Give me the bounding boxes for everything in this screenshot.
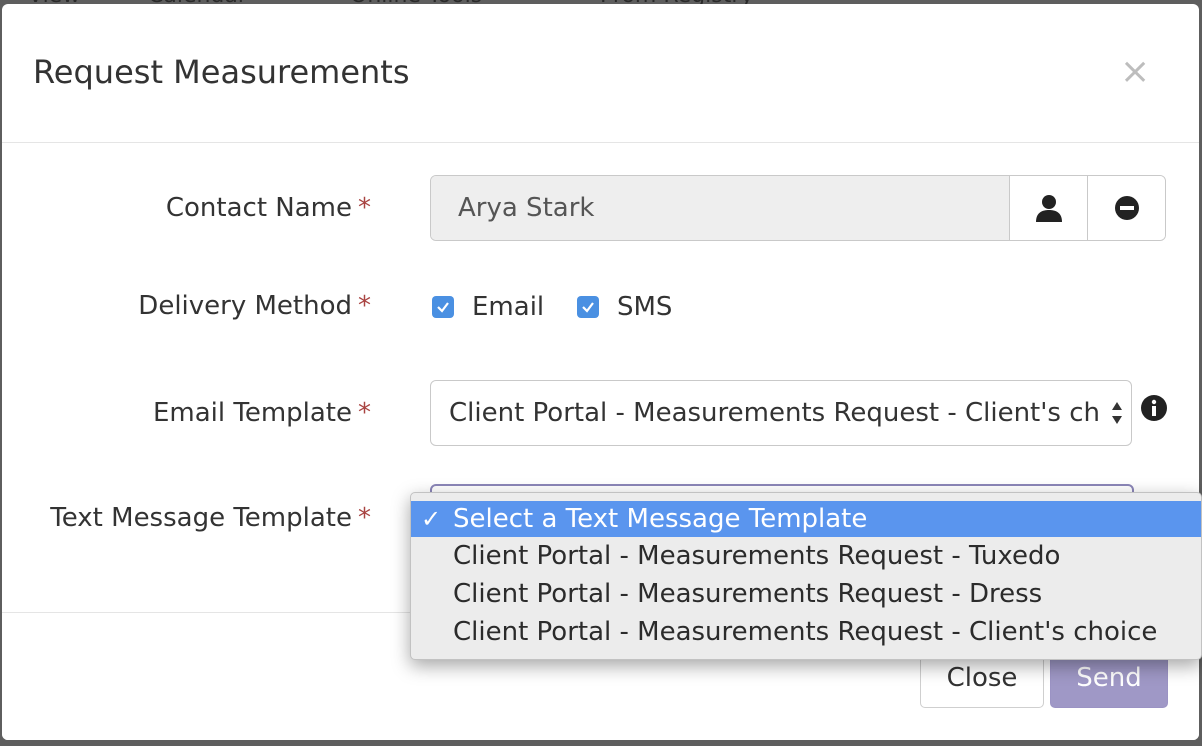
required-marker: *: [358, 291, 371, 321]
dropdown-option[interactable]: Client Portal - Measurements Request - C…: [411, 613, 1201, 651]
required-marker: *: [358, 193, 371, 223]
user-icon: [1035, 195, 1062, 222]
required-marker: *: [358, 503, 371, 533]
sms-checkbox[interactable]: [577, 296, 599, 318]
email-checkbox-label: Email: [472, 292, 545, 322]
info-icon[interactable]: [1140, 394, 1168, 422]
email-template-label: Email Template *: [152, 398, 371, 428]
select-arrows-icon: [1112, 402, 1122, 424]
minus-circle-icon: [1114, 196, 1139, 220]
sms-checkbox-label: SMS: [617, 292, 673, 322]
delivery-method-label: Delivery Method *: [138, 291, 371, 321]
email-template-value: Client Portal - Measurements Request - C…: [449, 398, 1101, 428]
text-message-template-dropdown: ✓ Select a Text Message Template Client …: [410, 492, 1202, 660]
text-message-template-label: Text Message Template *: [50, 503, 371, 533]
clear-contact-button[interactable]: [1087, 176, 1165, 240]
modal-title: Request Measurements: [33, 53, 410, 91]
checkmark-icon: ✓: [421, 505, 442, 533]
contact-name-label: Contact Name *: [165, 193, 371, 223]
dropdown-option[interactable]: ✓ Select a Text Message Template: [411, 501, 1201, 537]
contact-name-input-group: Arya Stark: [430, 175, 1166, 241]
dropdown-option[interactable]: Client Portal - Measurements Request - T…: [411, 537, 1201, 575]
modal-header: Request Measurements ×: [2, 4, 1199, 143]
checkmark-icon: [582, 302, 594, 313]
close-icon[interactable]: ×: [1120, 54, 1150, 90]
checkmark-icon: [437, 302, 449, 313]
select-contact-button[interactable]: [1010, 176, 1087, 240]
contact-name-field[interactable]: Arya Stark: [431, 176, 1010, 240]
email-checkbox[interactable]: [432, 296, 454, 318]
required-marker: *: [358, 398, 371, 428]
sms-checkbox-row[interactable]: SMS: [577, 290, 672, 324]
email-checkbox-row[interactable]: Email: [432, 290, 544, 324]
dropdown-option[interactable]: Client Portal - Measurements Request - D…: [411, 575, 1201, 613]
email-template-select[interactable]: Client Portal - Measurements Request - C…: [430, 380, 1132, 446]
